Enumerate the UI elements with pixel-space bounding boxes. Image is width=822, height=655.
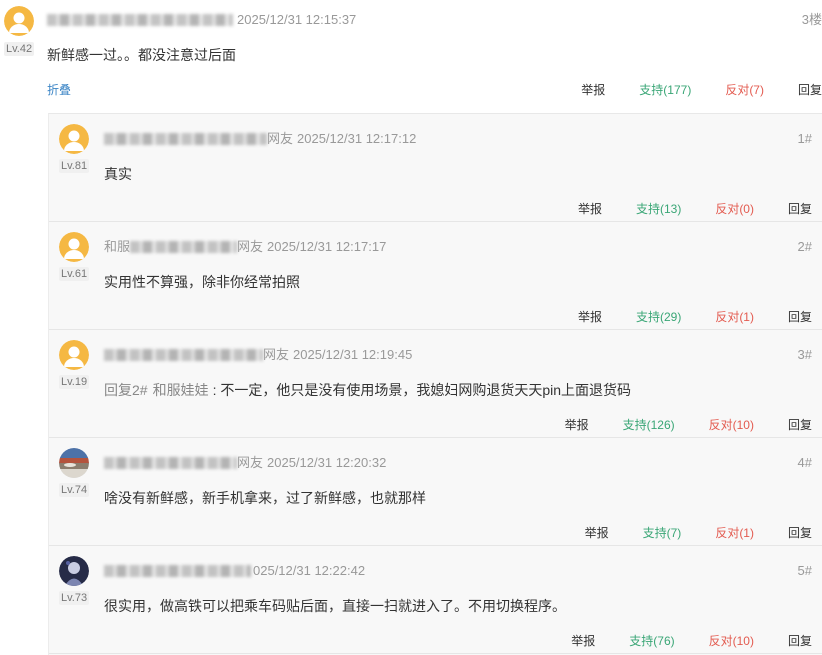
reply-content: 回复2# 和服娃娃: 不一定，他只是没有使用场景，我媳妇网购退货天天pin上面退货… — [104, 381, 631, 399]
reply-button[interactable]: 回复 — [788, 200, 812, 218]
username-suffix: 网友 — [267, 131, 294, 146]
floor-number: 3楼 — [801, 12, 822, 27]
username-link[interactable] — [104, 565, 251, 577]
reply-item: Lv.19 网友 2025/12/31 12:19:45 3# 回复2# 和服娃娃… — [49, 330, 822, 438]
report-button[interactable]: 举报 — [578, 200, 602, 218]
post-time: 2025/12/31 12:15:37 — [237, 12, 357, 27]
report-button[interactable]: 举报 — [578, 308, 602, 326]
reply-actions: 举报 支持(29) 反对(1) 回复 — [578, 308, 812, 326]
level-badge: Lv.61 — [59, 267, 90, 281]
support-button[interactable]: 支持(126) — [623, 416, 675, 434]
support-button[interactable]: 支持(177) — [639, 81, 691, 99]
oppose-button[interactable]: 反对(0) — [715, 200, 754, 218]
post-time: 2025/12/31 12:19:45 — [293, 347, 413, 362]
reply-actions: 举报 支持(13) 反对(0) 回复 — [578, 200, 812, 218]
post-time: 025/12/31 12:22:42 — [253, 563, 366, 578]
level-badge: Lv.81 — [59, 159, 90, 173]
reply-actions: 举报 支持(126) 反对(10) 回复 — [565, 416, 812, 434]
reply-actions: 举报 支持(76) 反对(10) 回复 — [571, 632, 812, 650]
comment-actions: 举报 支持(177) 反对(7) 回复 — [581, 81, 822, 99]
username-link[interactable]: 网友 — [104, 454, 263, 472]
username-prefix: 和服 — [104, 239, 131, 254]
reply-button[interactable]: 回复 — [788, 308, 812, 326]
report-button[interactable]: 举报 — [571, 632, 595, 650]
reply-item: Lv.74 网友 2025/12/31 12:20:32 4# 啥没有新鲜感，新… — [49, 438, 822, 546]
reply-meta: 网友 2025/12/31 12:17:12 — [104, 130, 416, 148]
reply-meta: 网友 2025/12/31 12:20:32 — [104, 454, 386, 472]
username-link[interactable] — [47, 14, 233, 26]
reply-text: : 不一定，他只是没有使用场景，我媳妇网购退货天天pin上面退货码 — [212, 382, 632, 398]
floor-number: 1# — [797, 131, 812, 146]
username-link[interactable]: 网友 — [104, 346, 289, 364]
reply-actions: 举报 支持(7) 反对(1) 回复 — [585, 524, 812, 542]
reply-button[interactable]: 回复 — [788, 416, 812, 434]
username-suffix: 网友 — [263, 347, 290, 362]
comment-item: Lv.42 2025/12/31 12:15:37 3楼 新鲜感一过。。都没注意… — [0, 0, 822, 113]
post-time: 2025/12/31 12:17:17 — [267, 239, 387, 254]
reply-content: 真实 — [104, 166, 132, 182]
reply-meta: 和服 网友 2025/12/31 12:17:17 — [104, 238, 386, 256]
oppose-button[interactable]: 反对(1) — [715, 308, 754, 326]
blurred-username — [104, 565, 251, 577]
blurred-username — [130, 241, 238, 253]
report-button[interactable]: 举报 — [581, 81, 605, 99]
blurred-username — [104, 349, 263, 361]
reply-item: Lv.81 网友 2025/12/31 12:17:12 1# 真实 举报 支持… — [49, 114, 822, 222]
username-link[interactable]: 网友 — [104, 130, 293, 148]
post-time: 2025/12/31 12:17:12 — [297, 131, 417, 146]
report-button[interactable]: 举报 — [585, 524, 609, 542]
support-button[interactable]: 支持(7) — [643, 524, 682, 542]
oppose-button[interactable]: 反对(10) — [709, 632, 754, 650]
reply-to-floor-link[interactable]: 回复2# — [104, 382, 148, 398]
level-badge: Lv.19 — [59, 375, 90, 389]
collapse-button[interactable]: 折叠 — [47, 81, 71, 99]
reply-content: 实用性不算强，除非你经常拍照 — [104, 274, 300, 290]
blurred-username — [104, 133, 267, 145]
oppose-button[interactable]: 反对(1) — [715, 524, 754, 542]
username-link[interactable]: 和服 网友 — [104, 238, 263, 256]
default-avatar-icon[interactable] — [59, 340, 89, 370]
level-badge: Lv.73 — [59, 591, 90, 605]
default-avatar-icon[interactable] — [4, 6, 34, 36]
reply-to-user-link[interactable]: 和服娃娃 — [153, 382, 209, 398]
photo-avatar-icon[interactable] — [59, 448, 89, 478]
reply-meta: 025/12/31 12:22:42 — [104, 562, 365, 580]
support-button[interactable]: 支持(13) — [636, 200, 681, 218]
default-avatar-icon[interactable] — [59, 124, 89, 154]
floor-number: 5# — [797, 563, 812, 578]
level-badge: Lv.42 — [4, 42, 35, 56]
default-avatar-icon[interactable] — [59, 232, 89, 262]
floor-number: 3# — [797, 347, 812, 362]
reply-content: 很实用，做高铁可以把乘车码贴后面，直接一扫就进入了。不用切换程序。 — [104, 598, 566, 614]
reply-content: 啥没有新鲜感，新手机拿来，过了新鲜感，也就那样 — [104, 490, 426, 506]
reply-item: Lv.61 和服 网友 2025/12/31 12:17:17 2# 实用性不算… — [49, 222, 822, 330]
report-button[interactable]: 举报 — [565, 416, 589, 434]
reply-button[interactable]: 回复 — [788, 524, 812, 542]
support-button[interactable]: 支持(29) — [636, 308, 681, 326]
blurred-username — [47, 14, 233, 26]
blurred-username — [104, 457, 237, 469]
reply-item: Lv.73 025/12/31 12:22:42 5# 很实用，做高铁可以把乘车… — [49, 546, 822, 654]
post-time: 2025/12/31 12:20:32 — [267, 455, 387, 470]
reply-button[interactable]: 回复 — [788, 632, 812, 650]
level-badge: Lv.74 — [59, 483, 90, 497]
oppose-button[interactable]: 反对(10) — [709, 416, 754, 434]
floor-number: 2# — [797, 239, 812, 254]
comment-content: 新鲜感一过。。都没注意过后面 — [47, 47, 236, 63]
reply-list: Lv.81 网友 2025/12/31 12:17:12 1# 真实 举报 支持… — [48, 113, 822, 655]
reply-button[interactable]: 回复 — [798, 81, 822, 99]
oppose-button[interactable]: 反对(7) — [725, 81, 764, 99]
reply-meta: 网友 2025/12/31 12:19:45 — [104, 346, 412, 364]
floor-number: 4# — [797, 455, 812, 470]
comment-meta: 2025/12/31 12:15:37 — [47, 11, 356, 29]
username-suffix: 网友 — [237, 239, 264, 254]
support-button[interactable]: 支持(76) — [629, 632, 674, 650]
photo-avatar-icon[interactable] — [59, 556, 89, 586]
username-suffix: 网友 — [237, 455, 264, 470]
